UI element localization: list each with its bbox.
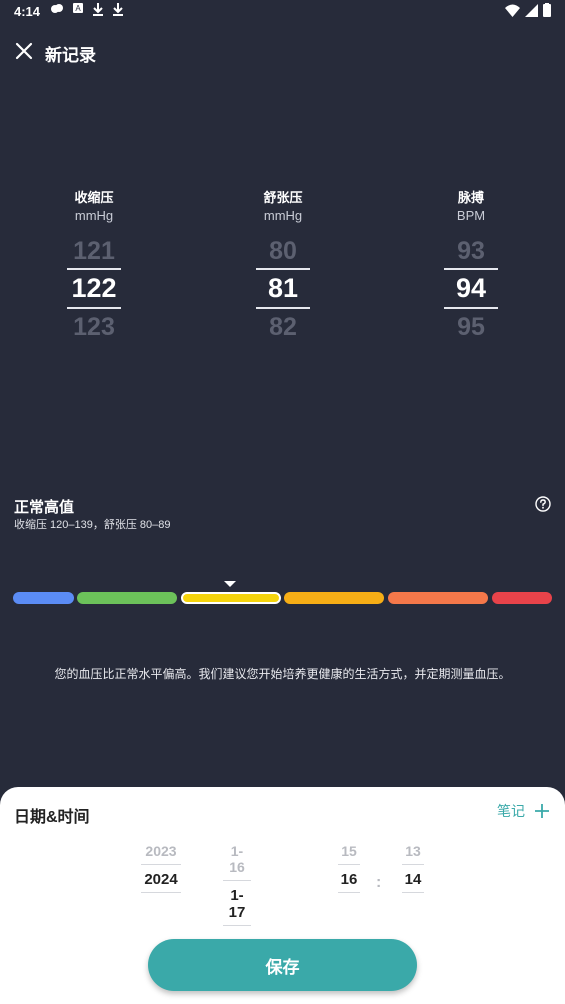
picker-line [223, 880, 251, 881]
pulse-picker[interactable]: 脉搏 BPM 93 94 95 [411, 187, 531, 342]
picker-line [338, 864, 360, 865]
picker-line [256, 307, 310, 309]
hour-prev: 15 [341, 843, 357, 859]
category-bar-normal [77, 592, 177, 604]
minute-value: 14 [404, 871, 422, 888]
picker-line [67, 268, 121, 270]
add-note-button[interactable]: 笔记 [497, 801, 549, 821]
help-circle-icon[interactable] [535, 496, 551, 512]
datetime-title: 日期&时间 [14, 809, 90, 826]
app-icon: A [73, 3, 83, 13]
picker-line [402, 864, 424, 865]
save-button[interactable]: 保存 [148, 939, 417, 991]
status-left-icons: A [50, 2, 124, 16]
minute-prev: 13 [405, 843, 421, 859]
diastolic-next: 82 [269, 313, 297, 341]
diastolic-unit: mmHg [263, 208, 303, 223]
diastolic-value: 81 [267, 273, 299, 303]
date-value: 1-17 [228, 887, 246, 921]
diastolic-prev: 80 [269, 237, 297, 265]
download-icon [93, 3, 103, 16]
note-label: 笔记 [497, 803, 525, 819]
systolic-picker[interactable]: 收缩压 mmHg 121 122 123 [34, 187, 154, 342]
pulse-unit: BPM [456, 208, 486, 223]
picker-line [141, 892, 181, 893]
category-bar-stage2 [388, 592, 488, 604]
pulse-value: 94 [455, 273, 487, 303]
plus-icon [535, 804, 549, 818]
status-time: 4:14 [14, 4, 41, 19]
signal-icon [525, 3, 538, 17]
diastolic-picker[interactable]: 舒张压 mmHg 80 81 82 [223, 187, 343, 342]
systolic-value: 122 [71, 273, 117, 303]
close-icon[interactable] [14, 41, 34, 61]
pulse-label: 脉搏 [457, 190, 484, 205]
category-bar-low [13, 592, 74, 604]
picker-line [67, 307, 121, 309]
systolic-prev: 121 [73, 237, 115, 265]
picker-line [338, 892, 360, 893]
systolic-next: 123 [73, 313, 115, 341]
category-range: 收缩压 120–139，舒张压 80–89 [14, 519, 171, 531]
datetime-sheet: 日期&时间 笔记 2023 2024 1-16 1-17 15 16 : 13 … [0, 787, 565, 1004]
battery-icon [543, 3, 551, 17]
picker-line [141, 864, 181, 865]
download-icon [113, 3, 123, 16]
picker-line [256, 268, 310, 270]
page-title: 新记录 [45, 46, 96, 65]
picker-line [223, 925, 251, 926]
wifi-icon [505, 4, 520, 17]
picker-line [444, 307, 498, 309]
date-picker[interactable]: 1-16 1-17 [223, 843, 251, 926]
status-right-icons [505, 3, 551, 17]
picker-line [444, 268, 498, 270]
diastolic-label: 舒张压 [263, 190, 303, 205]
hour-value: 16 [340, 871, 358, 888]
minute-picker[interactable]: 13 14 [402, 843, 424, 893]
systolic-unit: mmHg [74, 208, 114, 223]
time-separator: : [376, 874, 382, 891]
picker-line [402, 892, 424, 893]
category-bar-elevated [181, 592, 281, 604]
hour-picker[interactable]: 15 16 [338, 843, 360, 893]
date-prev: 1-16 [229, 843, 245, 875]
category-bar-stage1 [284, 592, 384, 604]
pulse-next: 95 [457, 313, 485, 341]
year-value: 2024 [144, 871, 178, 888]
year-picker[interactable]: 2023 2024 [141, 843, 181, 893]
advice-text: 您的血压比正常水平偏高。我们建议您开始培养更健康的生活方式，并定期测量血压。 [54, 667, 511, 681]
category-bar-crisis [492, 592, 552, 604]
category-title: 正常高值 [14, 499, 75, 516]
weather-icon [51, 4, 63, 13]
svg-text:A: A [75, 4, 81, 13]
pulse-prev: 93 [457, 237, 485, 265]
category-pointer [224, 581, 236, 587]
year-prev: 2023 [145, 843, 177, 859]
systolic-label: 收缩压 [74, 190, 114, 205]
